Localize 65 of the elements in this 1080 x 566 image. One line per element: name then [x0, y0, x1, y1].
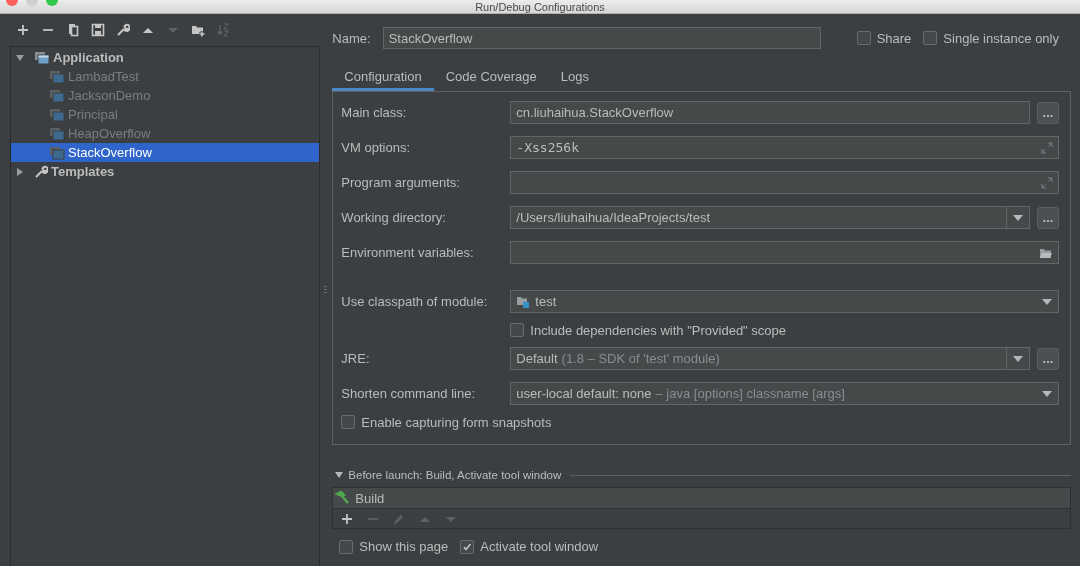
- name-label: Name:: [332, 30, 371, 46]
- checkbox-label[interactable]: Share: [876, 30, 912, 46]
- dropdown[interactable]: test: [510, 290, 1059, 313]
- checkbox-label[interactable]: Include dependencies with "Provided" scope: [530, 322, 787, 338]
- folder-icon: [1039, 246, 1053, 259]
- hammer-icon: [335, 491, 352, 505]
- field-label: Program arguments:: [341, 175, 461, 190]
- expand-icon: [1041, 141, 1053, 154]
- field-label: Working directory:: [341, 210, 447, 225]
- text-field[interactable]: cn.liuhaihua.StackOverflow: [510, 101, 1030, 124]
- tree-item[interactable]: Principal: [11, 105, 319, 124]
- name-field[interactable]: StackOverflow: [382, 27, 821, 49]
- text-field[interactable]: [510, 171, 1059, 194]
- copy-icon[interactable]: [66, 23, 80, 37]
- field-label: Use classpath of module:: [341, 294, 489, 309]
- window-icon: [34, 50, 50, 65]
- checkbox-label[interactable]: Single instance only: [943, 30, 1059, 46]
- window-icon: [49, 107, 65, 122]
- checkbox[interactable]: [339, 539, 354, 554]
- field-label: JRE:: [341, 351, 371, 366]
- field-label: Environment variables:: [341, 245, 475, 260]
- tree-item[interactable]: JacksonDemo: [11, 86, 319, 105]
- combo-box[interactable]: Default (1.8 – SDK of 'test' module): [510, 347, 1030, 370]
- field-label: VM options:: [341, 140, 411, 155]
- task-item[interactable]: Build: [333, 488, 1070, 509]
- window-icon: [49, 126, 65, 141]
- tree-item[interactable]: Application: [11, 48, 319, 67]
- window-icon: [49, 88, 65, 103]
- tree-item[interactable]: LambadTest: [11, 67, 319, 86]
- window-icon: [49, 69, 65, 84]
- checkbox-label[interactable]: Enable capturing form snapshots: [361, 414, 552, 430]
- tab[interactable]: Configuration: [332, 66, 434, 91]
- browse-button[interactable]: ...: [1037, 101, 1059, 124]
- text-field[interactable]: [510, 241, 1059, 264]
- tab[interactable]: Code Coverage: [433, 66, 549, 91]
- window-title: Run/Debug Configurations: [475, 1, 605, 13]
- browse-button[interactable]: ...: [1037, 347, 1059, 370]
- checkbox[interactable]: [510, 323, 525, 337]
- checkbox[interactable]: [923, 31, 938, 45]
- dropdown-arrow-icon: [1042, 298, 1052, 305]
- checkbox-label[interactable]: Activate tool window: [480, 539, 599, 554]
- tab[interactable]: Logs: [548, 66, 601, 91]
- new-folder-icon[interactable]: [191, 23, 205, 37]
- tree-item[interactable]: Templates: [11, 162, 319, 181]
- tree-item[interactable]: HeapOverflow: [11, 124, 319, 143]
- dropdown[interactable]: user-local default: none – java [options] classname [args]: [510, 382, 1059, 405]
- tree-item[interactable]: StackOverflow: [11, 143, 319, 162]
- checkbox[interactable]: [460, 539, 475, 554]
- save-icon[interactable]: [91, 23, 105, 37]
- field-label: Shorten command line:: [341, 386, 477, 401]
- checkbox-label[interactable]: Show this page: [359, 539, 449, 554]
- section-title: Before launch: Build, Activate tool window: [348, 469, 562, 481]
- combo-box[interactable]: /Users/liuhaihua/IdeaProjects/test: [510, 206, 1030, 229]
- add-icon[interactable]: [16, 23, 30, 37]
- field-label: Main class:: [341, 105, 408, 120]
- collapse-arrow-icon[interactable]: [335, 471, 344, 479]
- expand-icon: [1041, 176, 1053, 189]
- window-icon: [49, 145, 65, 160]
- checkbox[interactable]: [856, 31, 871, 45]
- dropdown-arrow-icon: [1042, 390, 1052, 397]
- add-icon[interactable]: [340, 512, 355, 526]
- text-field[interactable]: -Xss256k: [510, 136, 1059, 159]
- browse-button[interactable]: ...: [1037, 206, 1059, 229]
- module-icon: [516, 295, 531, 308]
- checkbox[interactable]: [341, 415, 356, 429]
